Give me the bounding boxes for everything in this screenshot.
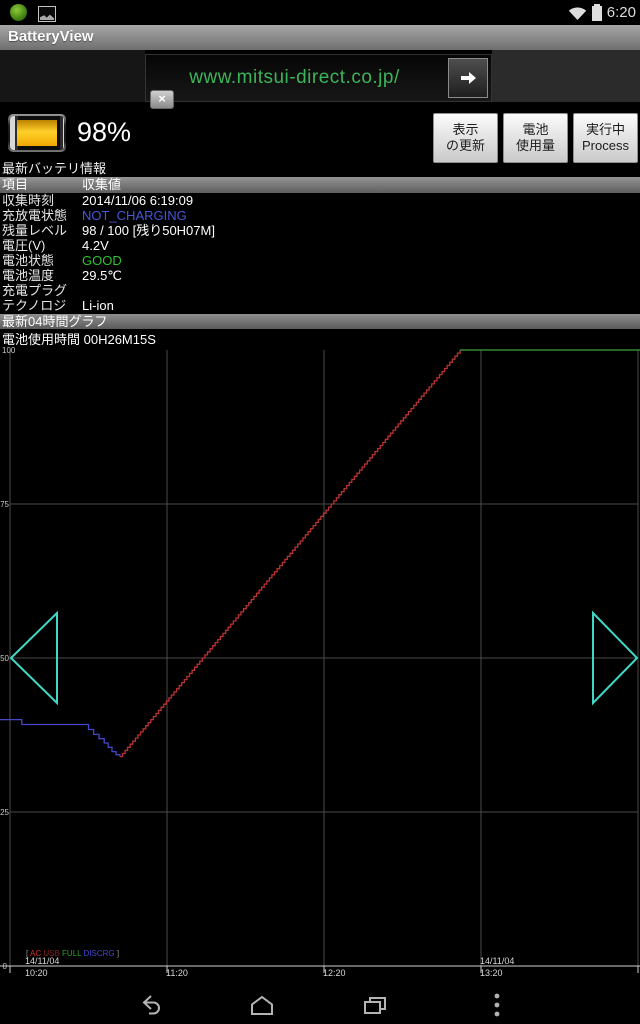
overflow-menu-button[interactable]	[482, 992, 512, 1018]
table-row: 電池温度 29.5℃	[0, 268, 640, 283]
row-value: 4.2V	[82, 238, 109, 253]
column-header-item: 項目	[2, 177, 29, 192]
home-icon	[251, 995, 273, 1015]
ad-arrow-button[interactable]	[448, 58, 488, 98]
clock-text: 6:20	[606, 4, 636, 21]
running-process-button[interactable]: 実行中 Process	[573, 113, 638, 163]
x-tick-time: 12:20	[323, 968, 346, 978]
row-value: Li-ion	[82, 298, 114, 313]
series-discrg	[0, 718, 121, 757]
refresh-display-button[interactable]: 表示 の更新	[433, 113, 498, 163]
ad-row: www.mitsui-direct.co.jp/ ×	[0, 50, 640, 110]
series-ac	[119, 350, 461, 758]
recents-button[interactable]	[357, 992, 393, 1018]
screenshot-notification-icon	[38, 6, 56, 22]
x-tick-date: 14/11/04	[480, 956, 514, 966]
y-tick-label: 50	[0, 654, 9, 663]
y-tick-label: 75	[0, 500, 9, 509]
y-tick-label: 0	[3, 962, 8, 971]
title-bar: BatteryView	[0, 25, 640, 51]
battery-info-section-title: 最新バッテリ情報	[2, 161, 107, 176]
status-bar: 6:20	[0, 0, 640, 25]
home-button[interactable]	[244, 992, 280, 1018]
y-tick-label: 100	[2, 346, 16, 355]
row-label: 充放電状態	[2, 208, 68, 223]
row-label: 電池温度	[2, 268, 55, 283]
battery-graph: 0255075100[ AC USB FULL DISCRG ]14/11/04…	[0, 346, 640, 978]
battery-large-icon	[8, 114, 66, 152]
ad-banner[interactable]: www.mitsui-direct.co.jp/	[145, 54, 492, 102]
screen: 6:20 BatteryView www.mitsui-direct.co.jp…	[0, 0, 640, 1024]
column-header-value: 収集値	[82, 177, 122, 192]
x-tick-time: 11:20	[166, 968, 188, 978]
row-value: 29.5℃	[82, 268, 122, 283]
ad-right-strip	[492, 50, 640, 102]
row-label: テクノロジ	[2, 298, 67, 313]
row-label: 電池状態	[2, 253, 55, 268]
table-row: 電池状態 GOOD	[0, 253, 640, 268]
nav-bar	[0, 985, 640, 1024]
table-row: テクノロジ Li-ion	[0, 298, 640, 313]
row-value: NOT_CHARGING	[82, 208, 187, 223]
y-tick-label: 25	[0, 808, 9, 817]
x-tick-time: 10:20	[25, 968, 48, 978]
table-row: 充放電状態 NOT_CHARGING	[0, 208, 640, 223]
ad-close-button[interactable]: ×	[150, 90, 174, 109]
table-row: 残量レベル 98 / 100 [残り50H07M]	[0, 223, 640, 238]
back-button[interactable]	[132, 992, 168, 1018]
row-value: GOOD	[82, 253, 122, 268]
status-bar-right: 6:20	[568, 0, 636, 25]
table-row: 電圧(V) 4.2V	[0, 238, 640, 253]
overflow-menu-icon	[494, 993, 500, 1017]
battery-status-icon	[591, 3, 602, 21]
info-table-body: 収集時刻 2014/11/06 6:19:09 充放電状態 NOT_CHARGING 残…	[0, 193, 640, 313]
ad-url-link[interactable]: www.mitsui-direct.co.jp/	[146, 55, 443, 101]
info-table-header: 項目 収集値	[0, 177, 640, 193]
app-title: BatteryView	[8, 28, 94, 45]
x-tick-time: 13:20	[480, 968, 503, 978]
graph-section-header: 最新04時間グラフ	[0, 314, 640, 329]
row-label: 収集時刻	[2, 193, 55, 208]
arrow-right-icon	[460, 72, 476, 84]
table-row: 充電プラグ	[0, 283, 640, 298]
action-buttons: 表示 の更新 電池 使用量 実行中 Process	[433, 113, 638, 163]
table-row: 収集時刻 2014/11/06 6:19:09	[0, 193, 640, 208]
graph-section-title: 最新04時間グラフ	[2, 314, 108, 329]
battery-usage-button[interactable]: 電池 使用量	[503, 113, 568, 163]
row-value: 98 / 100 [残り50H07M]	[82, 223, 215, 238]
row-value: 2014/11/06 6:19:09	[82, 193, 194, 208]
row-label: 残量レベル	[2, 223, 68, 238]
battery-percent: 98%	[77, 117, 132, 147]
wifi-icon	[568, 7, 586, 20]
shield-icon	[10, 4, 27, 21]
back-icon	[142, 995, 160, 1015]
recents-icon	[364, 996, 386, 1014]
row-label: 電圧(V)	[2, 238, 46, 253]
ad-left-strip	[0, 50, 145, 102]
x-tick-date: 14/11/04	[25, 956, 59, 966]
row-label: 充電プラグ	[2, 283, 68, 298]
